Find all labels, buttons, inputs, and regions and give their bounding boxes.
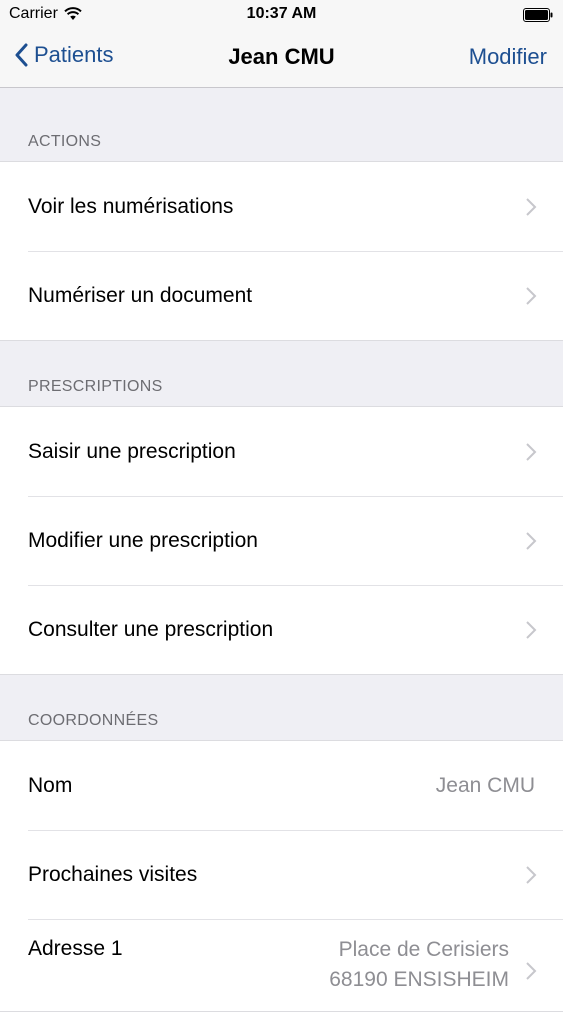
battery-icon [523,8,553,22]
row-enter-prescription[interactable]: Saisir une prescription [0,407,563,496]
row-label: Voir les numérisations [28,194,234,218]
table-view[interactable]: ACTIONS Voir les numérisations Numériser… [0,88,563,1012]
row-edit-prescription[interactable]: Modifier une prescription [0,496,563,585]
status-bar: Carrier 10:37 AM [0,0,563,30]
row-label: Saisir une prescription [28,439,236,463]
coordonnees-list: Nom Jean CMU Prochaines visites Adresse … [0,741,563,1012]
carrier: Carrier [9,5,82,23]
chevron-right-icon [526,620,537,639]
chevron-right-icon [526,531,537,550]
row-scan-document[interactable]: Numériser un document [0,251,563,340]
status-time: 10:37 AM [246,5,317,22]
section-header-prescriptions: PRESCRIPTIONS [0,341,563,407]
address-line-1: Place de Cerisiers [338,938,509,961]
chevron-right-icon [526,286,537,305]
prescriptions-list: Saisir une prescription Modifier une pre… [0,407,563,675]
chevron-right-icon [526,962,537,980]
row-label: Modifier une prescription [28,528,258,552]
carrier-label: Carrier [9,5,58,22]
navigation-bar: Patients Jean CMU Modifier [0,30,563,88]
row-label: Numériser un document [28,283,253,307]
address-line-2: 68190 ENSISHEIM [329,968,509,991]
back-button[interactable]: Patients [14,42,114,68]
row-upcoming-visits[interactable]: Prochaines visites [0,830,563,919]
address-value: Place de Cerisiers 68190 ENSISHEIM [329,935,509,995]
row-view-scans[interactable]: Voir les numérisations [0,162,563,251]
row-label: Nom [28,773,73,797]
row-label: Adresse 1 [28,937,123,960]
wifi-icon [64,7,82,20]
row-name[interactable]: Nom Jean CMU [0,741,563,830]
section-header-actions: ACTIONS [0,88,563,162]
edit-button[interactable]: Modifier [469,44,547,70]
chevron-right-icon [526,197,537,216]
chevron-right-icon [526,865,537,884]
actions-list: Voir les numérisations Numériser un docu… [0,162,563,341]
row-address-1[interactable]: Adresse 1 Place de Cerisiers 68190 ENSIS… [0,919,563,1011]
row-label: Prochaines visites [28,862,198,886]
row-label: Consulter une prescription [28,617,274,641]
chevron-right-icon [526,442,537,461]
section-header-coordonnees: COORDONNÉES [0,675,563,741]
patient-name-value: Jean CMU [435,773,535,797]
back-chevron-icon [15,43,28,67]
back-button-label: Patients [34,42,114,67]
row-view-prescription[interactable]: Consulter une prescription [0,585,563,674]
